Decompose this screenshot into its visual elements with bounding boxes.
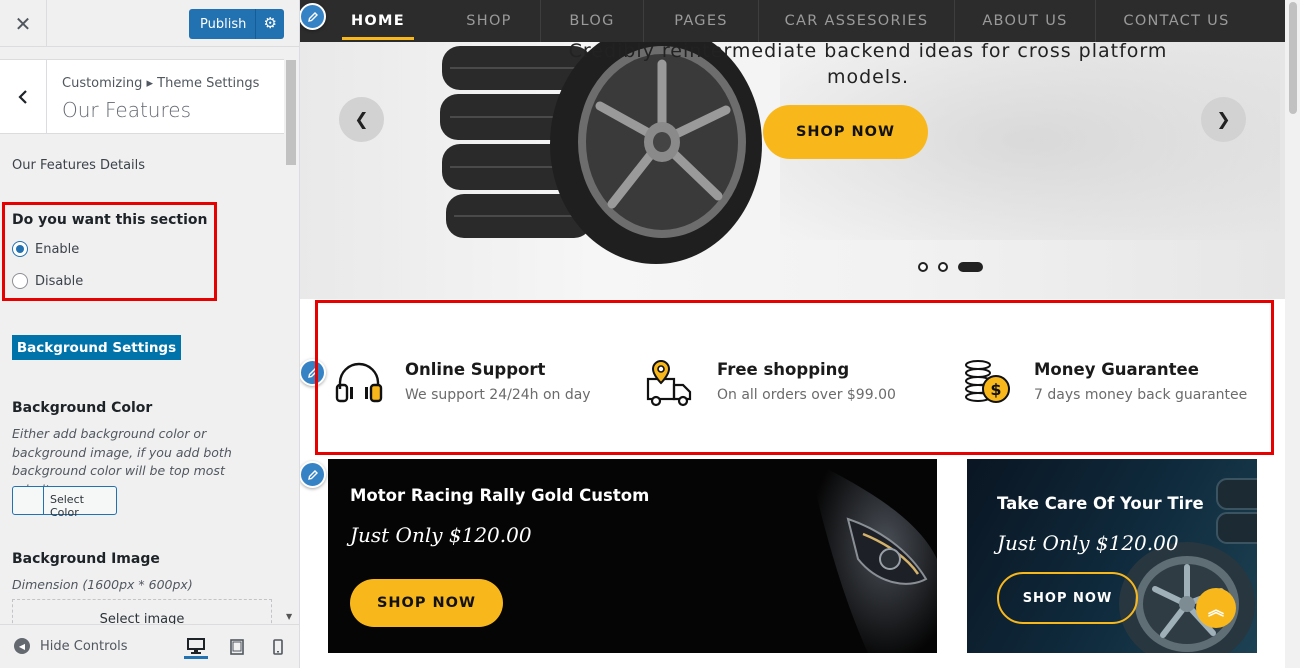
mobile-icon	[273, 639, 283, 655]
close-icon: ✕	[14, 11, 32, 36]
color-swatch	[13, 487, 44, 514]
radio-button-checked[interactable]	[12, 241, 28, 257]
slider-prev-button[interactable]: ❮	[339, 97, 384, 142]
scrollbar-thumb[interactable]	[1289, 2, 1297, 114]
slider-next-button[interactable]: ❯	[1201, 97, 1246, 142]
chevron-left-icon	[18, 89, 27, 104]
promo-price: Just Only $120.00	[997, 531, 1179, 555]
select-color-label: Select Color	[50, 493, 84, 519]
collapse-arrow-icon: ◀	[14, 638, 30, 654]
section-title: Our Features	[62, 98, 191, 122]
select-image-button[interactable]: Select image	[12, 599, 272, 624]
background-settings-heading: Background Settings	[12, 335, 181, 360]
hero-text-line-2: models.	[826, 66, 910, 88]
scroll-down-arrow-icon[interactable]: ▼	[286, 612, 292, 621]
hide-controls-button[interactable]: ◀ Hide Controls	[14, 638, 128, 654]
feature-title: Money Guarantee	[1034, 360, 1199, 379]
radio-disable[interactable]: Disable	[12, 273, 83, 289]
chevron-left-icon: ❮	[354, 109, 369, 130]
headphones-icon	[335, 362, 383, 403]
back-to-top-button[interactable]: ︽	[1196, 588, 1236, 628]
pencil-icon	[307, 469, 318, 480]
car-headlight-image	[808, 459, 937, 653]
hero-shop-now-button[interactable]: SHOP NOW	[763, 105, 928, 159]
background-image-dimension: Dimension (1600px * 600px)	[12, 577, 193, 592]
svg-text:$: $	[990, 380, 1001, 399]
tablet-icon	[230, 639, 244, 655]
scrollbar-thumb[interactable]	[286, 60, 296, 165]
close-customizer-button[interactable]: ✕	[0, 0, 47, 47]
feature-subtitle: 7 days money back guarantee	[1034, 387, 1248, 403]
preview-tablet-button[interactable]	[225, 635, 249, 659]
back-button[interactable]	[0, 60, 47, 133]
radio-button[interactable]	[12, 273, 28, 289]
nav-pages[interactable]: PAGES	[644, 0, 759, 42]
publish-button[interactable]: Publish ⚙	[189, 9, 284, 39]
promo-shop-now-button[interactable]: SHOP NOW	[997, 572, 1138, 624]
radio-enable[interactable]: Enable	[12, 241, 79, 257]
details-heading: Our Features Details	[12, 158, 146, 173]
hide-controls-label: Hide Controls	[40, 638, 128, 654]
pencil-icon	[307, 11, 318, 22]
sidebar-header: ✕ Publish ⚙	[0, 0, 299, 47]
nav-car-assesories[interactable]: CAR ASSESORIES	[759, 0, 955, 42]
sidebar-scrollbar[interactable]: ▼	[285, 59, 297, 624]
desktop-icon	[187, 637, 205, 654]
hero-slider: Credibly reintermediate backend ideas fo…	[300, 0, 1285, 299]
promo-title: Motor Racing Rally Gold Custom	[350, 486, 650, 505]
coins-icon: $	[965, 360, 1010, 403]
site-preview: Credibly reintermediate backend ideas fo…	[300, 0, 1300, 668]
main-navigation: HOME SHOP BLOG PAGES CAR ASSESORIES ABOU…	[300, 0, 1285, 42]
background-color-label: Background Color	[12, 400, 153, 416]
feature-title: Free shopping	[717, 360, 850, 379]
sidebar-panel: Customizing ▸ Theme Settings Our Feature…	[0, 47, 299, 624]
preview-mobile-button[interactable]	[266, 635, 290, 659]
select-color-button[interactable]: Select Color	[12, 486, 117, 519]
radio-enable-label: Enable	[35, 241, 80, 257]
nav-blog[interactable]: BLOG	[541, 0, 644, 42]
delivery-truck-icon	[646, 359, 692, 407]
section-header: Customizing ▸ Theme Settings Our Feature…	[0, 59, 284, 134]
chevron-right-icon: ❯	[1216, 109, 1231, 130]
background-image-label: Background Image	[12, 551, 160, 567]
feature-title: Online Support	[405, 360, 546, 379]
publish-label: Publish	[200, 16, 247, 32]
preview-scrollbar[interactable]	[1285, 0, 1300, 668]
edit-shortcut-promos[interactable]	[300, 461, 326, 488]
feature-subtitle: We support 24/24h on day	[405, 387, 591, 403]
slider-dot[interactable]	[938, 262, 948, 272]
promo-price: Just Only $120.00	[350, 523, 532, 547]
slider-dot-active[interactable]	[958, 262, 983, 272]
hero-text: Credibly reintermediate backend ideas fo…	[568, 38, 1168, 90]
promo-title: Take Care Of Your Tire	[997, 494, 1204, 513]
feature-subtitle: On all orders over $99.00	[717, 387, 896, 403]
breadcrumb: Customizing ▸ Theme Settings	[62, 76, 260, 91]
nav-about-us[interactable]: ABOUT US	[955, 0, 1096, 42]
nav-home[interactable]: HOME	[342, 0, 414, 42]
slider-dot[interactable]	[918, 262, 928, 272]
promo-banner-racing: Motor Racing Rally Gold Custom Just Only…	[328, 459, 937, 653]
gear-icon[interactable]: ⚙	[264, 14, 277, 32]
nav-contact-us[interactable]: CONTACT US	[1096, 0, 1257, 42]
double-chevron-up-icon: ︽	[1207, 600, 1224, 619]
sidebar-footer: ◀ Hide Controls	[0, 624, 299, 668]
customizer-sidebar: ✕ Publish ⚙ Customizing ▸ Theme Settings…	[0, 0, 300, 668]
preview-desktop-button[interactable]	[184, 635, 208, 659]
customizer-screen: ✕ Publish ⚙ Customizing ▸ Theme Settings…	[0, 0, 1300, 668]
nav-shop[interactable]: SHOP	[438, 0, 541, 42]
promo-shop-now-button[interactable]: SHOP NOW	[350, 579, 503, 627]
section-toggle-label: Do you want this section	[12, 212, 208, 228]
edit-shortcut-nav[interactable]	[300, 3, 326, 30]
radio-disable-label: Disable	[35, 273, 84, 289]
